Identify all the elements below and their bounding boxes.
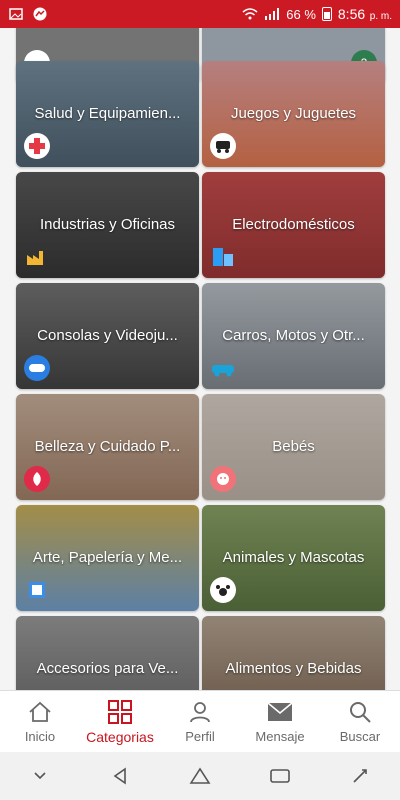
nav-item-perfil[interactable]: Perfil [160,692,240,752]
category-tile[interactable]: Belleza y Cuidado P... [16,394,199,500]
category-tile[interactable]: Carros, Motos y Otr... [202,283,385,389]
categories-grid: 2 Salud y Equipamien... Juegos y Juguete… [0,28,400,690]
category-label: Belleza y Cuidado P... [34,438,181,455]
category-label: Industrias y Oficinas [39,216,176,233]
messenger-icon [32,7,48,21]
stationery-icon [24,577,50,603]
category-tile[interactable]: Alimentos y Bebidas [202,616,385,690]
nav-label: Inicio [24,729,56,744]
clock-time: 8:56 [337,6,366,22]
baby-icon [210,466,236,492]
grid-icon [107,699,133,725]
home-icon [27,699,53,725]
category-label: Bebés [272,438,315,455]
medical-cross-icon [24,133,50,159]
category-tile[interactable]: Accesorios para Ve... [16,616,199,690]
nav-item-mensaje[interactable]: Mensaje [240,692,320,752]
mail-icon [267,699,293,725]
category-label: Arte, Papelería y Me... [32,549,183,566]
nav-label: Perfil [185,729,215,744]
category-tile[interactable]: Animales y Mascotas [202,505,385,611]
nav-label: Categorias [86,728,154,745]
category-tile[interactable]: Bebés [202,394,385,500]
car-icon [210,355,236,381]
image-icon [8,7,24,21]
person-icon [187,699,213,725]
search-icon [347,699,373,725]
clock-ampm: p. m. [369,11,392,22]
appliance-icon [210,244,236,270]
nav-item-categorias[interactable]: Categorias [80,692,160,752]
system-navigation [0,752,400,800]
nav-label: Buscar [339,729,381,744]
category-tile[interactable]: Arte, Papelería y Me... [16,505,199,611]
nav-item-buscar[interactable]: Buscar [320,692,400,752]
gamepad-icon [24,355,50,381]
category-tile[interactable]: Consolas y Videoju... [16,283,199,389]
category-label: Salud y Equipamien... [34,105,181,122]
hide-keyboard-icon[interactable] [24,764,56,788]
category-label: Juegos y Juguetes [230,105,357,122]
recent-apps-icon[interactable] [264,764,296,788]
beauty-icon [24,466,50,492]
nav-label: Mensaje [255,729,305,744]
battery-percent: 66 % [286,6,316,22]
bottom-navigation: Inicio Categorias Perfil Mensaje Buscar [0,690,400,752]
factory-icon [24,244,50,270]
rotate-icon[interactable] [344,764,376,788]
battery-icon [321,7,332,21]
train-icon [210,133,236,159]
back-icon[interactable] [104,764,136,788]
signal-icon [264,7,280,21]
category-label: Alimentos y Bebidas [225,660,362,677]
category-label: Accesorios para Ve... [36,660,179,677]
category-label: Consolas y Videoju... [37,327,178,344]
nav-item-inicio[interactable]: Inicio [0,692,80,752]
home-icon[interactable] [184,764,216,788]
wifi-icon [242,7,258,21]
category-label: Carros, Motos y Otr... [222,327,365,344]
pet-icon [210,577,236,603]
category-tile[interactable]: Salud y Equipamien... [16,61,199,167]
category-tile[interactable]: Industrias y Oficinas [16,172,199,278]
status-bar: 66 % 8:56 p. m. [0,0,400,28]
category-label: Animales y Mascotas [222,549,365,566]
category-tile[interactable]: Juegos y Juguetes [202,61,385,167]
category-label: Electrodomésticos [232,216,355,233]
category-tile[interactable]: Electrodomésticos [202,172,385,278]
